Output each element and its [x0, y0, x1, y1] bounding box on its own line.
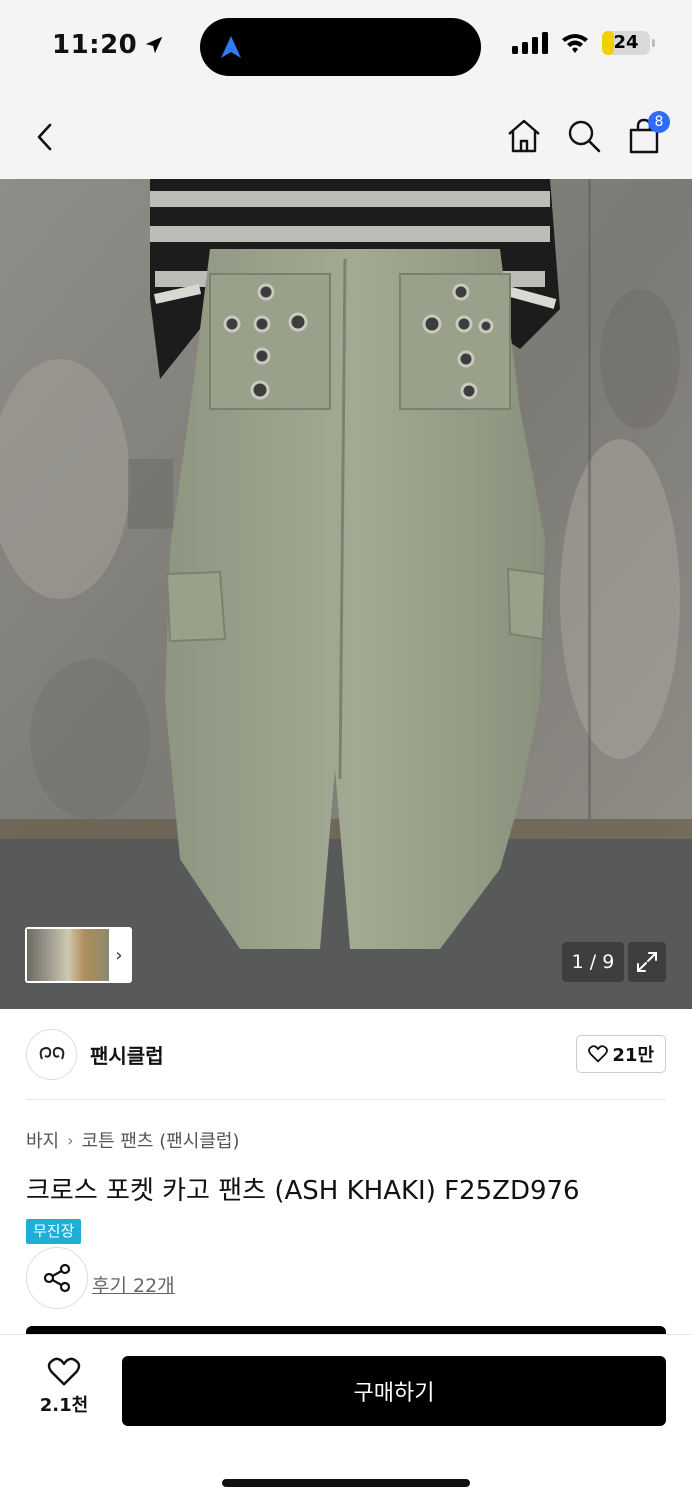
bottom-action-bar: 2.1천 구매하기 [0, 1334, 692, 1500]
product-image-gallery[interactable]: › 1 / 9 [0, 179, 692, 1009]
home-indicator[interactable] [222, 1479, 470, 1487]
heart-icon [47, 1357, 81, 1386]
buy-button[interactable]: 구매하기 [122, 1356, 666, 1426]
battery-percent: 24 [613, 32, 639, 53]
brand-row: 팬시클럽 21만 [0, 1009, 692, 1101]
search-icon [568, 120, 601, 153]
status-indicators: 24 [512, 31, 655, 55]
brand-name[interactable]: 팬시클럽 [90, 1040, 164, 1069]
divider [26, 1099, 666, 1100]
cart-count-badge: 8 [648, 111, 670, 133]
chevron-left-icon [37, 123, 52, 151]
brand-logo-mark [39, 1046, 64, 1059]
wishlist-count: 2.1천 [39, 1395, 89, 1416]
location-arrow-icon [146, 36, 163, 54]
expand-icon [637, 952, 657, 972]
battery-indicator: 24 [602, 31, 655, 55]
search-button[interactable] [566, 117, 602, 155]
cellular-signal-icon [512, 32, 548, 54]
back-button[interactable] [28, 119, 64, 155]
review-link[interactable]: 후기 22개 [92, 1271, 175, 1298]
share-button[interactable] [26, 1247, 88, 1309]
nav-actions: 8 [506, 111, 670, 155]
home-icon [508, 119, 540, 153]
status-bar: 11:20 24 [0, 0, 692, 95]
status-time: 11:20 [52, 30, 165, 60]
clock: 11:20 [52, 30, 138, 60]
brand-logo[interactable] [26, 1029, 77, 1080]
heart-icon [588, 1045, 609, 1063]
cart-button[interactable]: 8 [626, 111, 670, 155]
battery-cap [652, 39, 655, 47]
dynamic-island [200, 18, 481, 76]
product-title: 크로스 포켓 카고 팬츠 (ASH KHAKI) F25ZD976 [26, 1176, 580, 1206]
image-counter: 1 / 9 [562, 942, 624, 982]
nav-bar: 8 [0, 95, 692, 179]
expand-image-button[interactable] [628, 942, 666, 982]
brand-like-count: 21만 [612, 1045, 654, 1066]
related-thumbnail-image [27, 929, 109, 981]
breadcrumb-item-subcategory[interactable]: 코튼 팬츠 (팬시클럽) [82, 1127, 240, 1153]
navigation-arrow-icon [221, 36, 241, 58]
breadcrumb-separator-icon: › [67, 1130, 74, 1150]
breadcrumb-item-category[interactable]: 바지 [26, 1127, 59, 1153]
home-button[interactable] [506, 117, 542, 155]
chevron-right-icon: › [115, 944, 123, 966]
breadcrumb: 바지 › 코튼 팬츠 (팬시클럽) [26, 1127, 240, 1153]
product-photo [0, 179, 692, 1009]
related-thumbnail-button[interactable]: › [25, 927, 132, 983]
share-icon [43, 1263, 71, 1293]
brand-like-button[interactable]: 21만 [576, 1035, 666, 1073]
wifi-icon [562, 34, 588, 53]
store-tag-badge: 무진장 [26, 1219, 82, 1244]
wishlist-button[interactable]: 2.1천 [28, 1357, 100, 1417]
